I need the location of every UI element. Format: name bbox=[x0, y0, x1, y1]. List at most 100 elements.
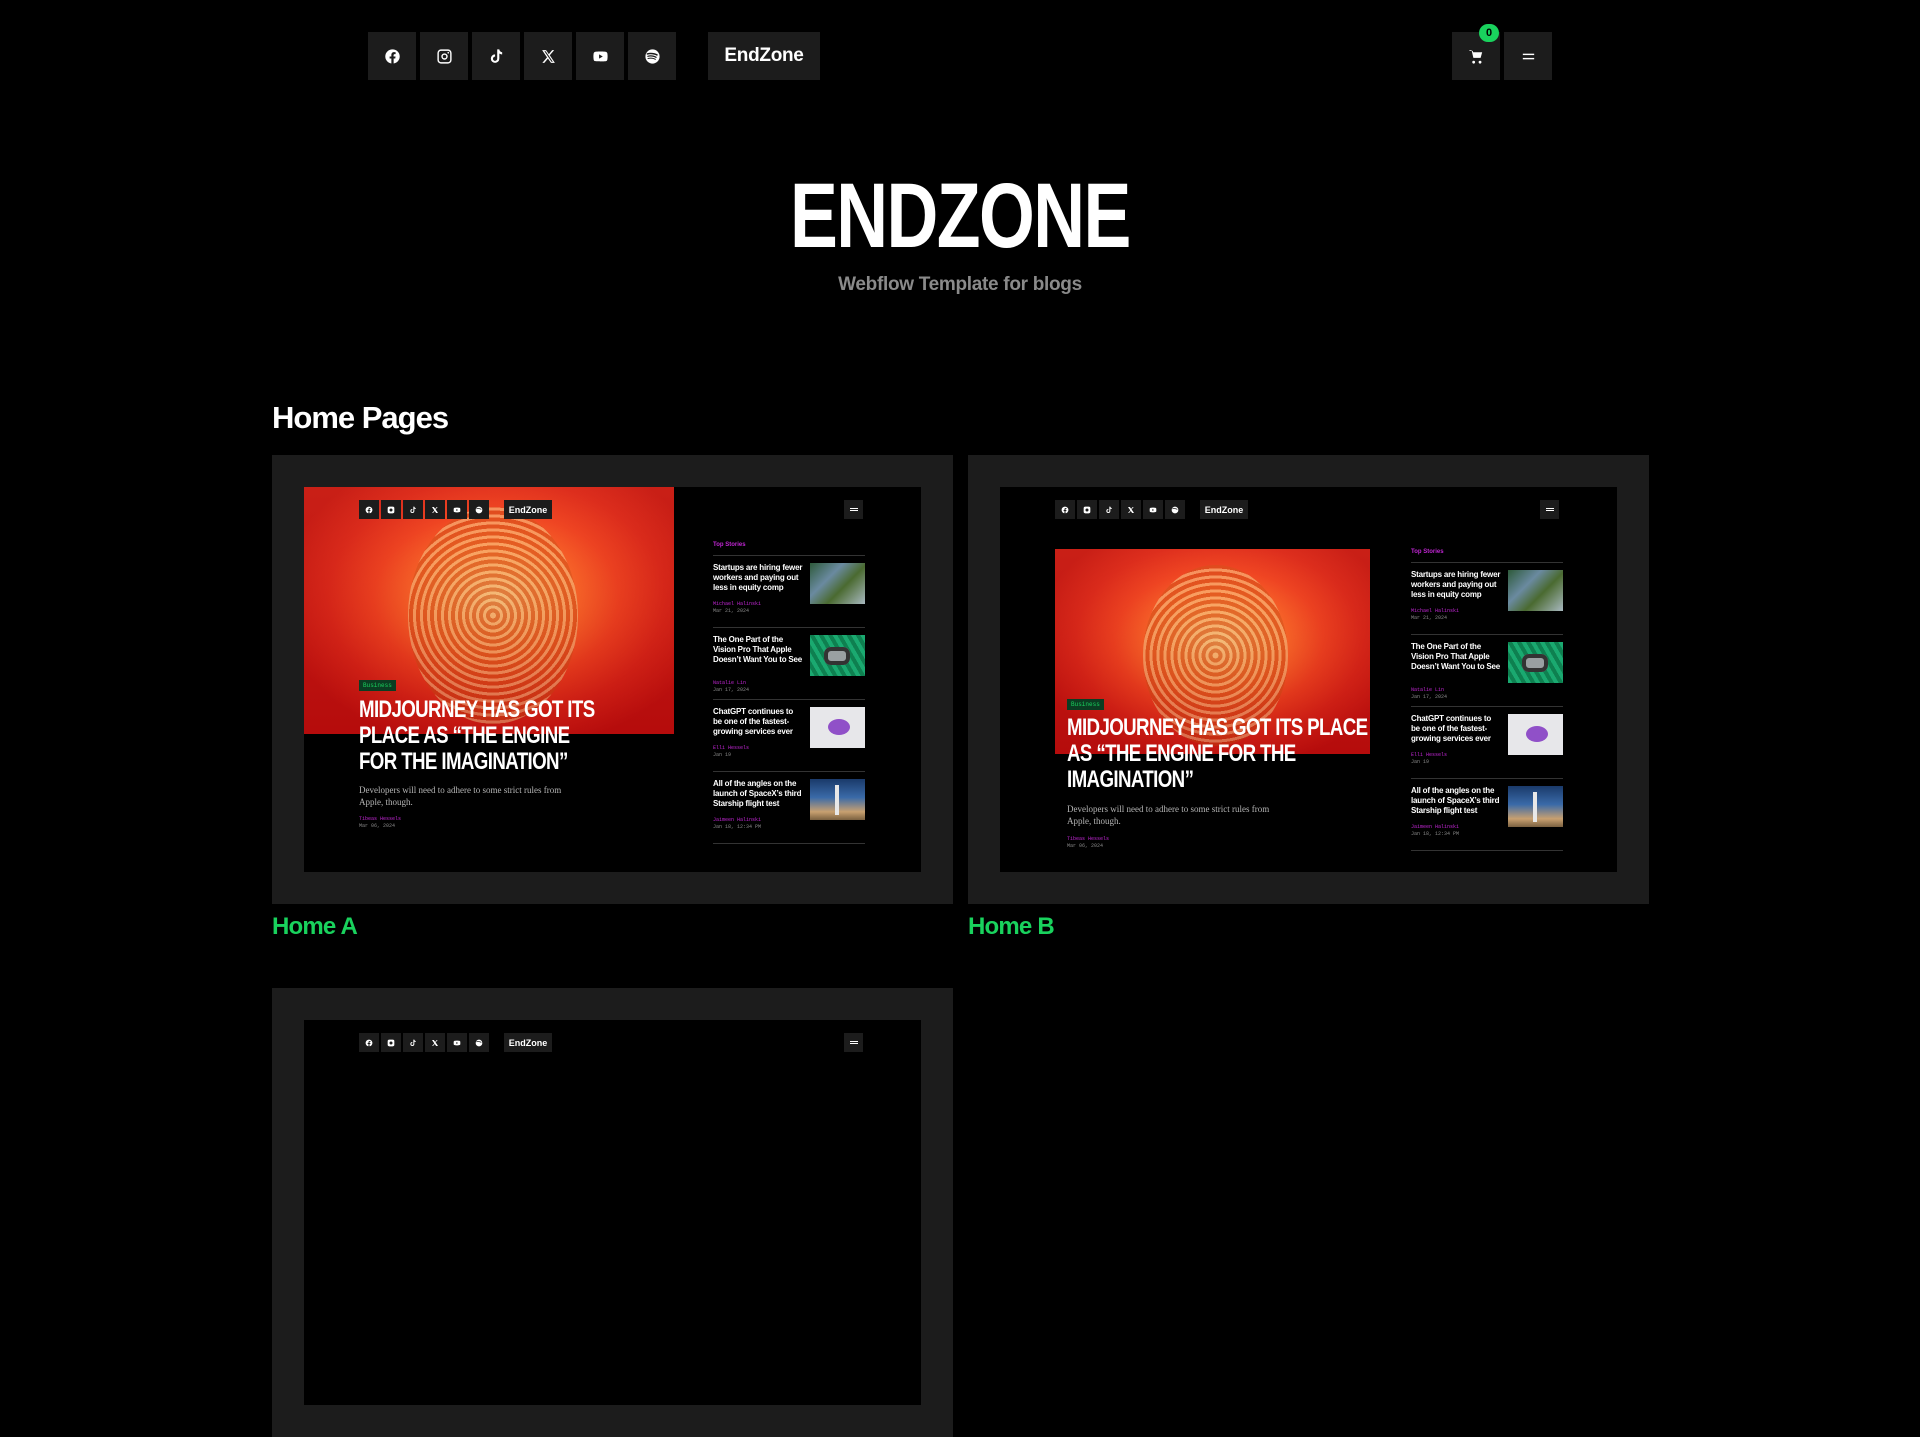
story-date: Mar 21, 2024 bbox=[713, 608, 750, 614]
featured-date: Mar 06, 2024 bbox=[359, 823, 396, 829]
story-date: Jan 19 bbox=[1411, 759, 1430, 765]
mini-instagram-button bbox=[381, 500, 401, 519]
story-title: ChatGPT continues to be one of the faste… bbox=[1411, 714, 1492, 743]
card-label[interactable]: Home A bbox=[272, 913, 358, 941]
mini-social-nav bbox=[1055, 500, 1185, 519]
top-stories: Top Stories Startups are hiring fewer wo… bbox=[713, 542, 865, 844]
featured-headline: MIDJOURNEY HAS GOT ITS PLACE AS “THE ENG… bbox=[359, 696, 595, 775]
mini-youtube-icon bbox=[453, 1040, 461, 1045]
story-author: Jaimeen Halinski bbox=[713, 817, 762, 823]
top-stories: Top Stories Startups are hiring fewer wo… bbox=[1411, 549, 1563, 851]
mini-x-icon bbox=[1128, 506, 1134, 513]
story-title: ChatGPT continues to be one of the faste… bbox=[713, 707, 794, 736]
mini-x-button bbox=[425, 500, 445, 519]
mini-facebook-button bbox=[359, 1033, 379, 1052]
story-date: Jan 19 bbox=[713, 752, 732, 758]
instagram-button[interactable] bbox=[420, 32, 468, 80]
featured-author: Tibeas Hessels bbox=[1067, 836, 1110, 842]
mini-instagram-icon bbox=[387, 1039, 395, 1046]
spotify-icon bbox=[644, 48, 660, 64]
story-author: Natalie Lin bbox=[1411, 687, 1445, 693]
home-b-card[interactable]: EndZone Business MIDJOURNEY HAS GOT ITS … bbox=[968, 455, 1649, 940]
mini-facebook-button bbox=[1055, 500, 1075, 519]
story-item: ChatGPT continues to be one of the faste… bbox=[1411, 707, 1563, 779]
mini-spotify-icon bbox=[475, 1039, 483, 1046]
story-item: ChatGPT continues to be one of the faste… bbox=[713, 700, 865, 772]
story-title: All of the angles on the launch of Space… bbox=[713, 779, 802, 808]
story-author: Michael Halinski bbox=[1411, 608, 1460, 614]
story-date: Jan 17, 2024 bbox=[713, 687, 750, 693]
tiktok-button[interactable] bbox=[472, 32, 520, 80]
mini-menu-icon bbox=[844, 1033, 863, 1052]
mini-x-icon bbox=[432, 1039, 438, 1046]
featured-author: Tibeas Hessels bbox=[359, 816, 402, 822]
page-preview: EndZone Business MIDJOURNEY HAS GOT ITS … bbox=[1000, 487, 1617, 872]
x-button[interactable] bbox=[524, 32, 572, 80]
mini-facebook-icon bbox=[365, 506, 373, 513]
mini-instagram-icon bbox=[387, 506, 395, 513]
story-date: Jan 18, 12:34 PM bbox=[713, 824, 762, 830]
story-author: Jaimeen Halinski bbox=[1411, 824, 1460, 830]
spotify-button[interactable] bbox=[628, 32, 676, 80]
story-thumbnail bbox=[810, 779, 865, 820]
mini-x-icon bbox=[432, 506, 438, 513]
featured-date: Mar 06, 2024 bbox=[1067, 843, 1104, 849]
story-title: The One Part of the Vision Pro That Appl… bbox=[713, 635, 803, 664]
story-title: The One Part of the Vision Pro That Appl… bbox=[1411, 642, 1501, 671]
mini-brand: EndZone bbox=[504, 1033, 552, 1052]
site-logo: ENDZONE bbox=[790, 165, 1131, 267]
story-author: Elli Hessels bbox=[713, 745, 750, 751]
mini-spotify-button bbox=[469, 1033, 489, 1052]
cart-icon bbox=[1468, 49, 1482, 64]
social-nav bbox=[368, 32, 676, 80]
home-a-card[interactable]: EndZone Business MIDJOURNEY HAS GOT ITS … bbox=[272, 455, 953, 940]
brand-button[interactable]: EndZone bbox=[708, 32, 820, 80]
story-date: Jan 17, 2024 bbox=[1411, 694, 1448, 700]
story-thumbnail bbox=[1508, 786, 1563, 827]
mini-youtube-button bbox=[447, 1033, 467, 1052]
mini-tiktok-icon bbox=[1106, 506, 1112, 513]
story-thumbnail bbox=[1508, 642, 1563, 683]
mini-spotify-icon bbox=[475, 506, 483, 513]
right-nav: 0 bbox=[1452, 24, 1552, 80]
story-item: All of the angles on the launch of Space… bbox=[1411, 779, 1563, 851]
mini-spotify-button bbox=[469, 500, 489, 519]
mini-tiktok-icon bbox=[410, 1039, 416, 1046]
mini-facebook-button bbox=[359, 500, 379, 519]
story-date: Jan 18, 12:34 PM bbox=[1411, 831, 1460, 837]
story-item: The One Part of the Vision Pro That Appl… bbox=[713, 628, 865, 700]
mini-spotify-icon bbox=[1171, 506, 1179, 513]
featured-headline: MIDJOURNEY HAS GOT ITS PLACE AS “THE ENG… bbox=[1067, 714, 1368, 793]
mini-facebook-icon bbox=[365, 1039, 373, 1046]
facebook-button[interactable] bbox=[368, 32, 416, 80]
card-label[interactable]: Home B bbox=[968, 913, 1055, 941]
mini-instagram-button bbox=[1077, 500, 1097, 519]
mini-spotify-button bbox=[1165, 500, 1185, 519]
home-c-card[interactable]: EndZone bbox=[272, 988, 953, 1437]
mini-tiktok-icon bbox=[410, 506, 416, 513]
page-preview: EndZone bbox=[304, 1020, 921, 1405]
mini-tiktok-button bbox=[403, 1033, 423, 1052]
story-title: Startups are hiring fewer workers and pa… bbox=[1411, 570, 1501, 599]
story-thumbnail bbox=[810, 707, 865, 748]
mini-youtube-button bbox=[447, 500, 467, 519]
page-preview: EndZone Business MIDJOURNEY HAS GOT ITS … bbox=[304, 487, 921, 872]
featured-excerpt: Developers will need to adhere to some s… bbox=[1067, 804, 1270, 826]
featured-excerpt: Developers will need to adhere to some s… bbox=[359, 785, 562, 807]
category-tag: Business bbox=[1067, 699, 1104, 710]
mini-x-button bbox=[425, 1033, 445, 1052]
mini-menu-icon bbox=[1540, 500, 1559, 519]
menu-button[interactable] bbox=[1504, 32, 1552, 80]
mini-youtube-button bbox=[1143, 500, 1163, 519]
story-thumbnail bbox=[1508, 714, 1563, 755]
cart-button[interactable]: 0 bbox=[1452, 24, 1500, 80]
tiktok-icon bbox=[490, 48, 502, 63]
story-author: Natalie Lin bbox=[713, 680, 747, 686]
story-thumbnail bbox=[810, 635, 865, 676]
hero: ENDZONE Webflow Template for blogs bbox=[0, 170, 1920, 296]
story-title: Startups are hiring fewer workers and pa… bbox=[713, 563, 803, 592]
youtube-button[interactable] bbox=[576, 32, 624, 80]
instagram-icon bbox=[436, 48, 452, 64]
mini-youtube-icon bbox=[453, 507, 461, 512]
facebook-icon bbox=[384, 48, 400, 64]
